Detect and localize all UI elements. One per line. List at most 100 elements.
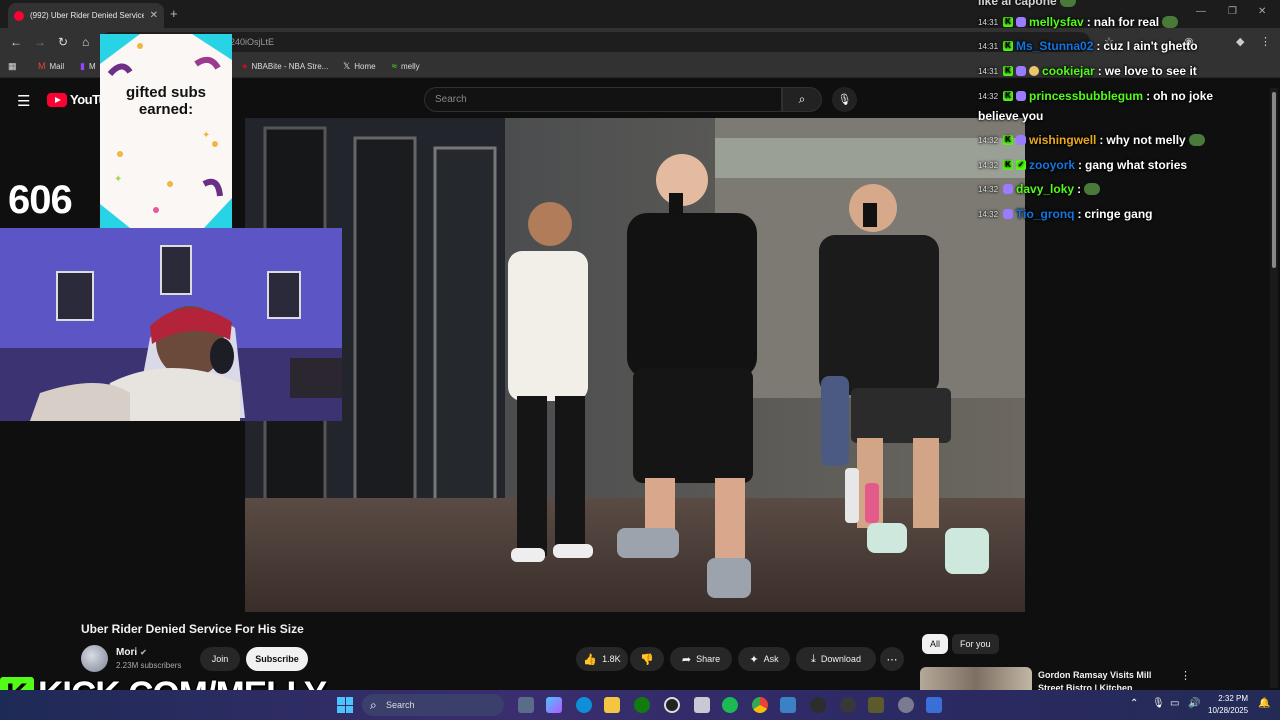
- taskbar-search-input[interactable]: Search: [362, 694, 504, 716]
- svg-text:✦: ✦: [114, 174, 122, 185]
- channel-name-text: Mori: [116, 647, 138, 658]
- xbox-icon[interactable]: [634, 697, 650, 713]
- file-explorer-icon[interactable]: [604, 697, 620, 713]
- home-icon[interactable]: ⌂: [82, 35, 89, 49]
- copilot-icon[interactable]: [546, 697, 562, 713]
- youtube-search-input[interactable]: Search: [424, 87, 782, 112]
- windows-start-icon[interactable]: [337, 697, 353, 713]
- chrome-icon[interactable]: [752, 697, 768, 713]
- edge-icon[interactable]: [576, 697, 592, 713]
- kick-badge-icon: ✓: [1016, 160, 1027, 170]
- webcam-frame: [0, 228, 342, 421]
- more-actions-button[interactable]: ⋯: [880, 647, 904, 671]
- app-icon[interactable]: [780, 697, 796, 713]
- chat-username[interactable]: cookiejar: [1042, 64, 1095, 78]
- volume-icon[interactable]: 🔊: [1188, 698, 1200, 709]
- browser-tab-active[interactable]: (992) Uber Rider Denied Service ✕: [8, 3, 164, 28]
- chat-username[interactable]: zooyork: [1029, 158, 1075, 172]
- recommendation-title[interactable]: Gordon Ramsay Visits Mill Street Bistro …: [1038, 669, 1168, 691]
- notification-icon[interactable]: 🔔: [1258, 698, 1270, 709]
- chat-username[interactable]: wishingwell: [1029, 133, 1096, 147]
- chat-username[interactable]: davy_loky: [1016, 182, 1074, 196]
- chip-all[interactable]: All: [922, 634, 949, 654]
- tab-title: (992) Uber Rider Denied Service: [30, 11, 144, 20]
- share-button[interactable]: ➦ Share: [670, 647, 732, 671]
- voice-search-button[interactable]: 🎙: [832, 87, 857, 112]
- chat-message: we love to see it: [1104, 64, 1197, 78]
- scrollbar-thumb[interactable]: [1272, 92, 1276, 268]
- thumbs-up-icon: 👍: [583, 653, 598, 666]
- capture-icon[interactable]: [840, 697, 856, 713]
- forward-icon[interactable]: →: [34, 35, 46, 49]
- microphone-tray-icon[interactable]: 🎙: [1152, 698, 1165, 709]
- kick-badge-icon: K: [1003, 17, 1014, 27]
- dislike-button[interactable]: 👎: [630, 647, 664, 671]
- bookmark-home[interactable]: 𝕏 Home: [343, 61, 376, 72]
- join-button[interactable]: Join: [200, 647, 240, 671]
- download-button[interactable]: ⤓ Download: [796, 647, 876, 671]
- chat-username[interactable]: princessbubblegum: [1029, 89, 1143, 103]
- chat-username[interactable]: Tio_gronq: [1016, 207, 1074, 221]
- search-button[interactable]: ⌕: [782, 87, 822, 112]
- like-button[interactable]: 👍 1.8K: [576, 647, 628, 671]
- obs-icon[interactable]: [664, 697, 680, 713]
- chat-line: 14:32 K ✓ zooyork : gang what stories: [978, 158, 1188, 172]
- windows-taskbar: Search ⌃ 🎙 ▭ 🔊 2:32 PM 10/28/2025 🔔: [0, 690, 1280, 720]
- chat-line: 14:31 K mellysfav : nah for real: [978, 15, 1179, 29]
- sparkle-icon: ✦: [749, 653, 759, 666]
- gifted-subs-title: gifted subs earned:: [125, 84, 206, 118]
- chat-message: nah for real: [1093, 15, 1160, 29]
- chat-line: 14:32 K wishingwell : why not melly: [978, 133, 1205, 147]
- hamburger-menu-icon[interactable]: ☰: [17, 92, 30, 110]
- video-title: Uber Rider Denied Service For His Size: [81, 622, 304, 636]
- chat-line: 14:32 davy_loky :: [978, 182, 1101, 196]
- app-icon[interactable]: [868, 697, 884, 713]
- channel-avatar[interactable]: [81, 645, 108, 672]
- bookmark-m[interactable]: ▮ M: [80, 61, 96, 72]
- like-count: 1.8K: [602, 654, 621, 664]
- channel-name[interactable]: Mori ✔: [116, 647, 147, 658]
- share-icon: ➦: [681, 653, 692, 666]
- tray-chevron-icon[interactable]: ⌃: [1130, 698, 1138, 709]
- microphone-icon: 🎙: [837, 94, 852, 106]
- reload-icon[interactable]: ↻: [58, 35, 68, 49]
- emote-icon: [1162, 16, 1179, 28]
- store-icon[interactable]: [694, 697, 710, 713]
- network-icon[interactable]: ▭: [1170, 698, 1179, 709]
- gift-badge-icon: [1029, 66, 1040, 76]
- bookmark-nbabite[interactable]: ● NBABite - NBA Stre...: [242, 61, 328, 71]
- recommendation-menu-icon[interactable]: ⋮: [1180, 669, 1191, 682]
- settings-icon[interactable]: [898, 697, 914, 713]
- clock-time: 2:32 PM: [1218, 694, 1249, 703]
- streamer-webcam: [0, 228, 342, 421]
- chat-username[interactable]: Ms_Stunna02: [1016, 39, 1093, 53]
- bookmark-melly[interactable]: ≈ melly: [392, 61, 420, 71]
- subscriber-badge-icon: [1016, 17, 1027, 27]
- chip-for-you[interactable]: For you: [952, 634, 999, 654]
- back-icon[interactable]: ←: [10, 35, 22, 49]
- chat-message: cuz I ain't ghetto: [1103, 39, 1198, 53]
- kick-badge-icon: K: [1003, 160, 1014, 170]
- ask-button[interactable]: ✦ Ask: [738, 647, 790, 671]
- address-bar[interactable]: 240iOsjLtE: [100, 32, 1090, 52]
- recommendation-thumbnail[interactable]: [920, 667, 1032, 691]
- media-player-icon[interactable]: [810, 697, 826, 713]
- taskbar-clock[interactable]: 2:32 PM 10/28/2025: [1208, 693, 1248, 717]
- tab-close-icon[interactable]: ✕: [150, 10, 158, 21]
- new-tab-icon[interactable]: +: [170, 6, 178, 21]
- app-icon[interactable]: [926, 697, 942, 713]
- emote-icon: [1059, 0, 1076, 7]
- chat-message: oh no joke: [1153, 89, 1214, 103]
- video-player[interactable]: [245, 118, 1025, 612]
- subscriber-count: 2.23M subscribers: [116, 661, 182, 670]
- bookmark-mail[interactable]: M Mail: [38, 61, 64, 71]
- more-dots-icon: ⋯: [886, 653, 898, 666]
- apps-grid-icon[interactable]: ▦: [8, 61, 17, 72]
- subscriber-badge-icon: [1016, 66, 1027, 76]
- chat-message: why not melly: [1106, 133, 1186, 147]
- chat-username[interactable]: mellysfav: [1029, 15, 1084, 29]
- subscribe-button[interactable]: Subscribe: [246, 647, 308, 671]
- task-view-icon[interactable]: [518, 697, 534, 713]
- subscriber-badge-icon: [1016, 91, 1027, 101]
- spotify-icon[interactable]: [722, 697, 738, 713]
